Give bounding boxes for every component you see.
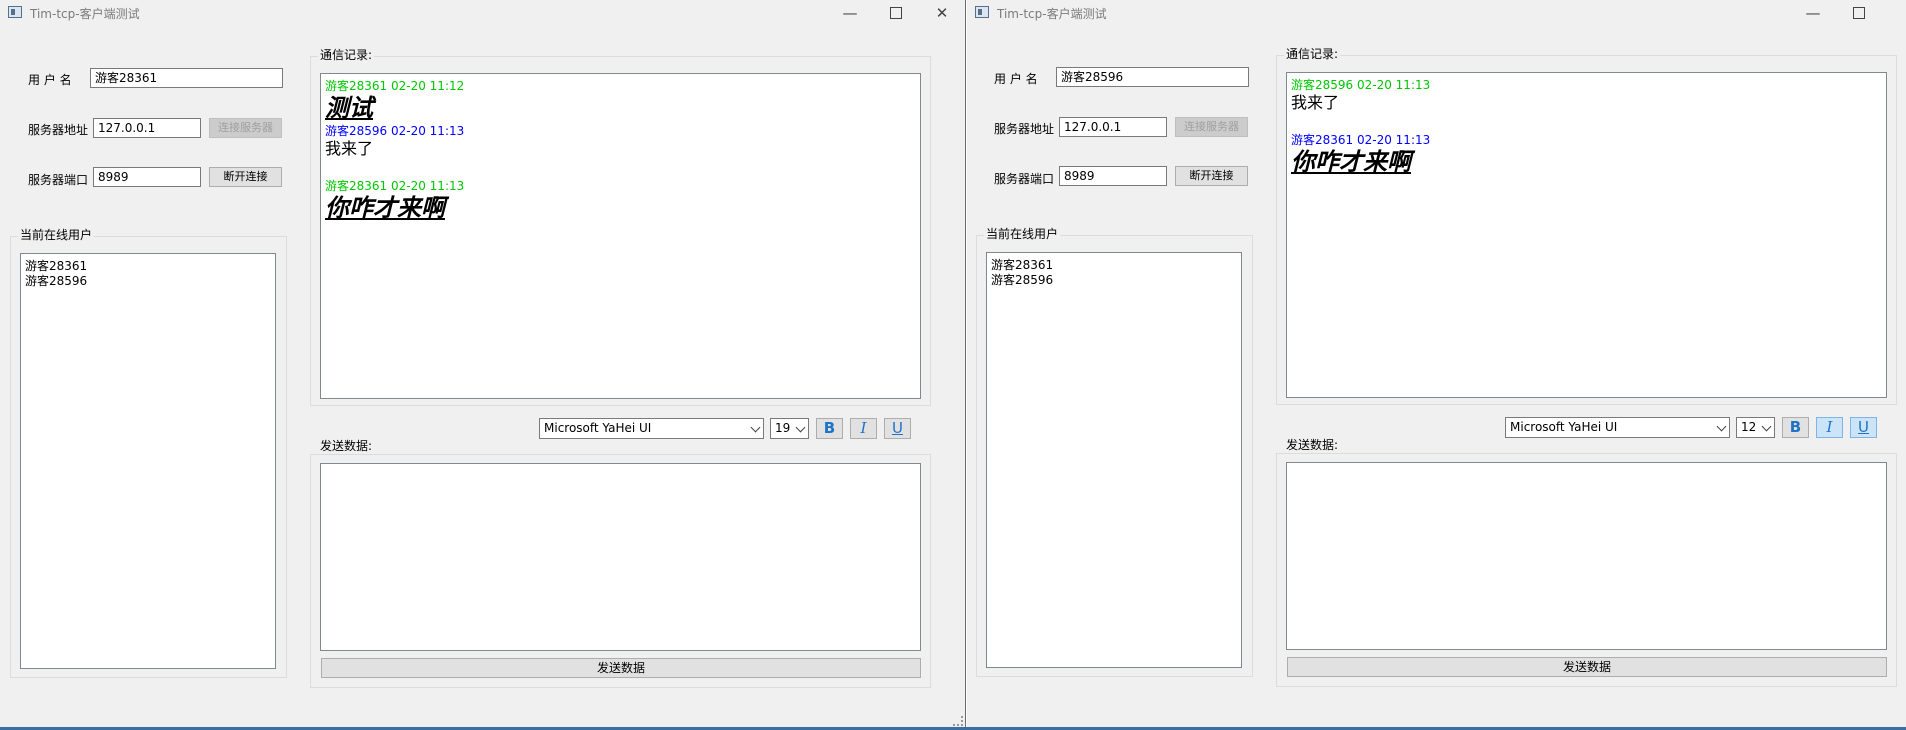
send-label: 发送数据: xyxy=(1284,438,1341,452)
chevron-down-icon xyxy=(1761,421,1772,432)
chat-message: 游客28361 02-20 11:12 测试 xyxy=(325,79,464,122)
disconnect-button[interactable]: 断开连接 xyxy=(209,167,282,187)
chevron-down-icon xyxy=(1716,421,1727,432)
client-window-2: Tim-tcp-客户端测试 — 用 户 名 游客28596 服务器地址 127.… xyxy=(967,0,1906,730)
maximize-icon[interactable] xyxy=(873,0,919,26)
resize-grip-icon[interactable] xyxy=(953,716,963,726)
list-item[interactable]: 游客28361 xyxy=(987,258,1241,273)
disconnect-button[interactable]: 断开连接 xyxy=(1175,166,1248,186)
client-window-1: Tim-tcp-客户端测试 — ✕ 用 户 名 游客28361 服务器地址 12… xyxy=(0,0,966,730)
font-size-value: 19 xyxy=(775,421,791,435)
message-body: 测试 xyxy=(325,94,373,122)
maximize-icon[interactable] xyxy=(1836,0,1882,26)
message-header: 游客28596 02-20 11:13 xyxy=(1291,78,1431,92)
app-icon xyxy=(8,6,22,18)
online-users-list[interactable]: 游客28361 游客28596 xyxy=(986,252,1242,668)
chat-log-label: 通信记录: xyxy=(318,48,375,62)
message-header: 游客28361 02-20 11:12 xyxy=(325,79,465,93)
message-body: 我来了 xyxy=(325,139,374,158)
send-button[interactable]: 发送数据 xyxy=(1287,657,1887,677)
close-icon[interactable]: ✕ xyxy=(919,0,965,26)
underline-button[interactable]: U xyxy=(1850,417,1877,438)
font-size-select[interactable]: 19 xyxy=(770,418,809,439)
chat-message: 游客28361 02-20 11:13 你咋才来啊 xyxy=(325,179,464,222)
font-family-select[interactable]: Microsoft YaHei UI xyxy=(1505,417,1730,438)
app-icon xyxy=(975,6,989,18)
chevron-down-icon xyxy=(795,422,806,433)
chat-message: 游客28596 02-20 11:13 我来了 xyxy=(325,124,464,159)
italic-button[interactable]: I xyxy=(1816,417,1843,438)
connect-server-button[interactable]: 连接服务器 xyxy=(209,118,282,138)
list-item[interactable]: 游客28596 xyxy=(987,273,1241,288)
chat-log[interactable]: 游客28596 02-20 11:13 我来了 游客28361 02-20 11… xyxy=(1286,72,1887,398)
bold-button[interactable]: B xyxy=(816,418,843,439)
online-users-label: 当前在线用户 xyxy=(984,227,1061,241)
underline-button[interactable]: U xyxy=(884,418,911,439)
message-input[interactable] xyxy=(320,463,921,651)
send-button[interactable]: 发送数据 xyxy=(321,658,921,678)
bold-button[interactable]: B xyxy=(1782,417,1809,438)
list-item[interactable]: 游客28596 xyxy=(21,274,275,289)
title-bar[interactable]: Tim-tcp-客户端测试 — xyxy=(967,0,1906,26)
minimize-icon[interactable]: — xyxy=(827,0,873,26)
list-item[interactable]: 游客28361 xyxy=(21,259,275,274)
window-title: Tim-tcp-客户端测试 xyxy=(30,7,140,21)
server-port-field[interactable]: 8989 xyxy=(1059,166,1167,186)
italic-button[interactable]: I xyxy=(850,418,877,439)
username-label: 用 户 名 xyxy=(994,72,1038,86)
title-bar[interactable]: Tim-tcp-客户端测试 — ✕ xyxy=(0,0,965,26)
server-address-label: 服务器地址 xyxy=(994,122,1055,136)
username-field[interactable]: 游客28361 xyxy=(90,68,283,88)
chat-log-label: 通信记录: xyxy=(1284,47,1341,61)
message-body: 我来了 xyxy=(1291,93,1340,112)
server-address-field[interactable]: 127.0.0.1 xyxy=(93,118,201,138)
font-family-value: Microsoft YaHei UI xyxy=(544,421,652,435)
font-family-value: Microsoft YaHei UI xyxy=(1510,420,1618,434)
message-header: 游客28361 02-20 11:13 xyxy=(1291,133,1431,147)
message-header: 游客28596 02-20 11:13 xyxy=(325,124,465,138)
server-address-field[interactable]: 127.0.0.1 xyxy=(1059,117,1167,137)
message-header: 游客28361 02-20 11:13 xyxy=(325,179,465,193)
message-body: 你咋才来啊 xyxy=(325,194,445,222)
minimize-icon[interactable]: — xyxy=(1790,0,1836,26)
chat-message: 游客28596 02-20 11:13 我来了 xyxy=(1291,78,1430,113)
font-size-select[interactable]: 12 xyxy=(1736,417,1775,438)
message-body: 你咋才来啊 xyxy=(1291,148,1411,176)
server-address-label: 服务器地址 xyxy=(28,123,89,137)
connect-server-button[interactable]: 连接服务器 xyxy=(1175,117,1248,137)
font-size-value: 12 xyxy=(1741,420,1757,434)
chat-log[interactable]: 游客28361 02-20 11:12 测试 游客28596 02-20 11:… xyxy=(320,73,921,399)
server-port-label: 服务器端口 xyxy=(994,172,1055,186)
server-port-field[interactable]: 8989 xyxy=(93,167,201,187)
send-label: 发送数据: xyxy=(318,439,375,453)
message-input[interactable] xyxy=(1286,462,1887,650)
online-users-label: 当前在线用户 xyxy=(18,228,95,242)
chat-message: 游客28361 02-20 11:13 你咋才来啊 xyxy=(1291,133,1430,176)
online-users-list[interactable]: 游客28361 游客28596 xyxy=(20,253,276,669)
server-port-label: 服务器端口 xyxy=(28,173,89,187)
chevron-down-icon xyxy=(750,422,761,433)
font-family-select[interactable]: Microsoft YaHei UI xyxy=(539,418,764,439)
username-label: 用 户 名 xyxy=(28,73,72,87)
username-field[interactable]: 游客28596 xyxy=(1056,67,1249,87)
window-title: Tim-tcp-客户端测试 xyxy=(997,7,1107,21)
